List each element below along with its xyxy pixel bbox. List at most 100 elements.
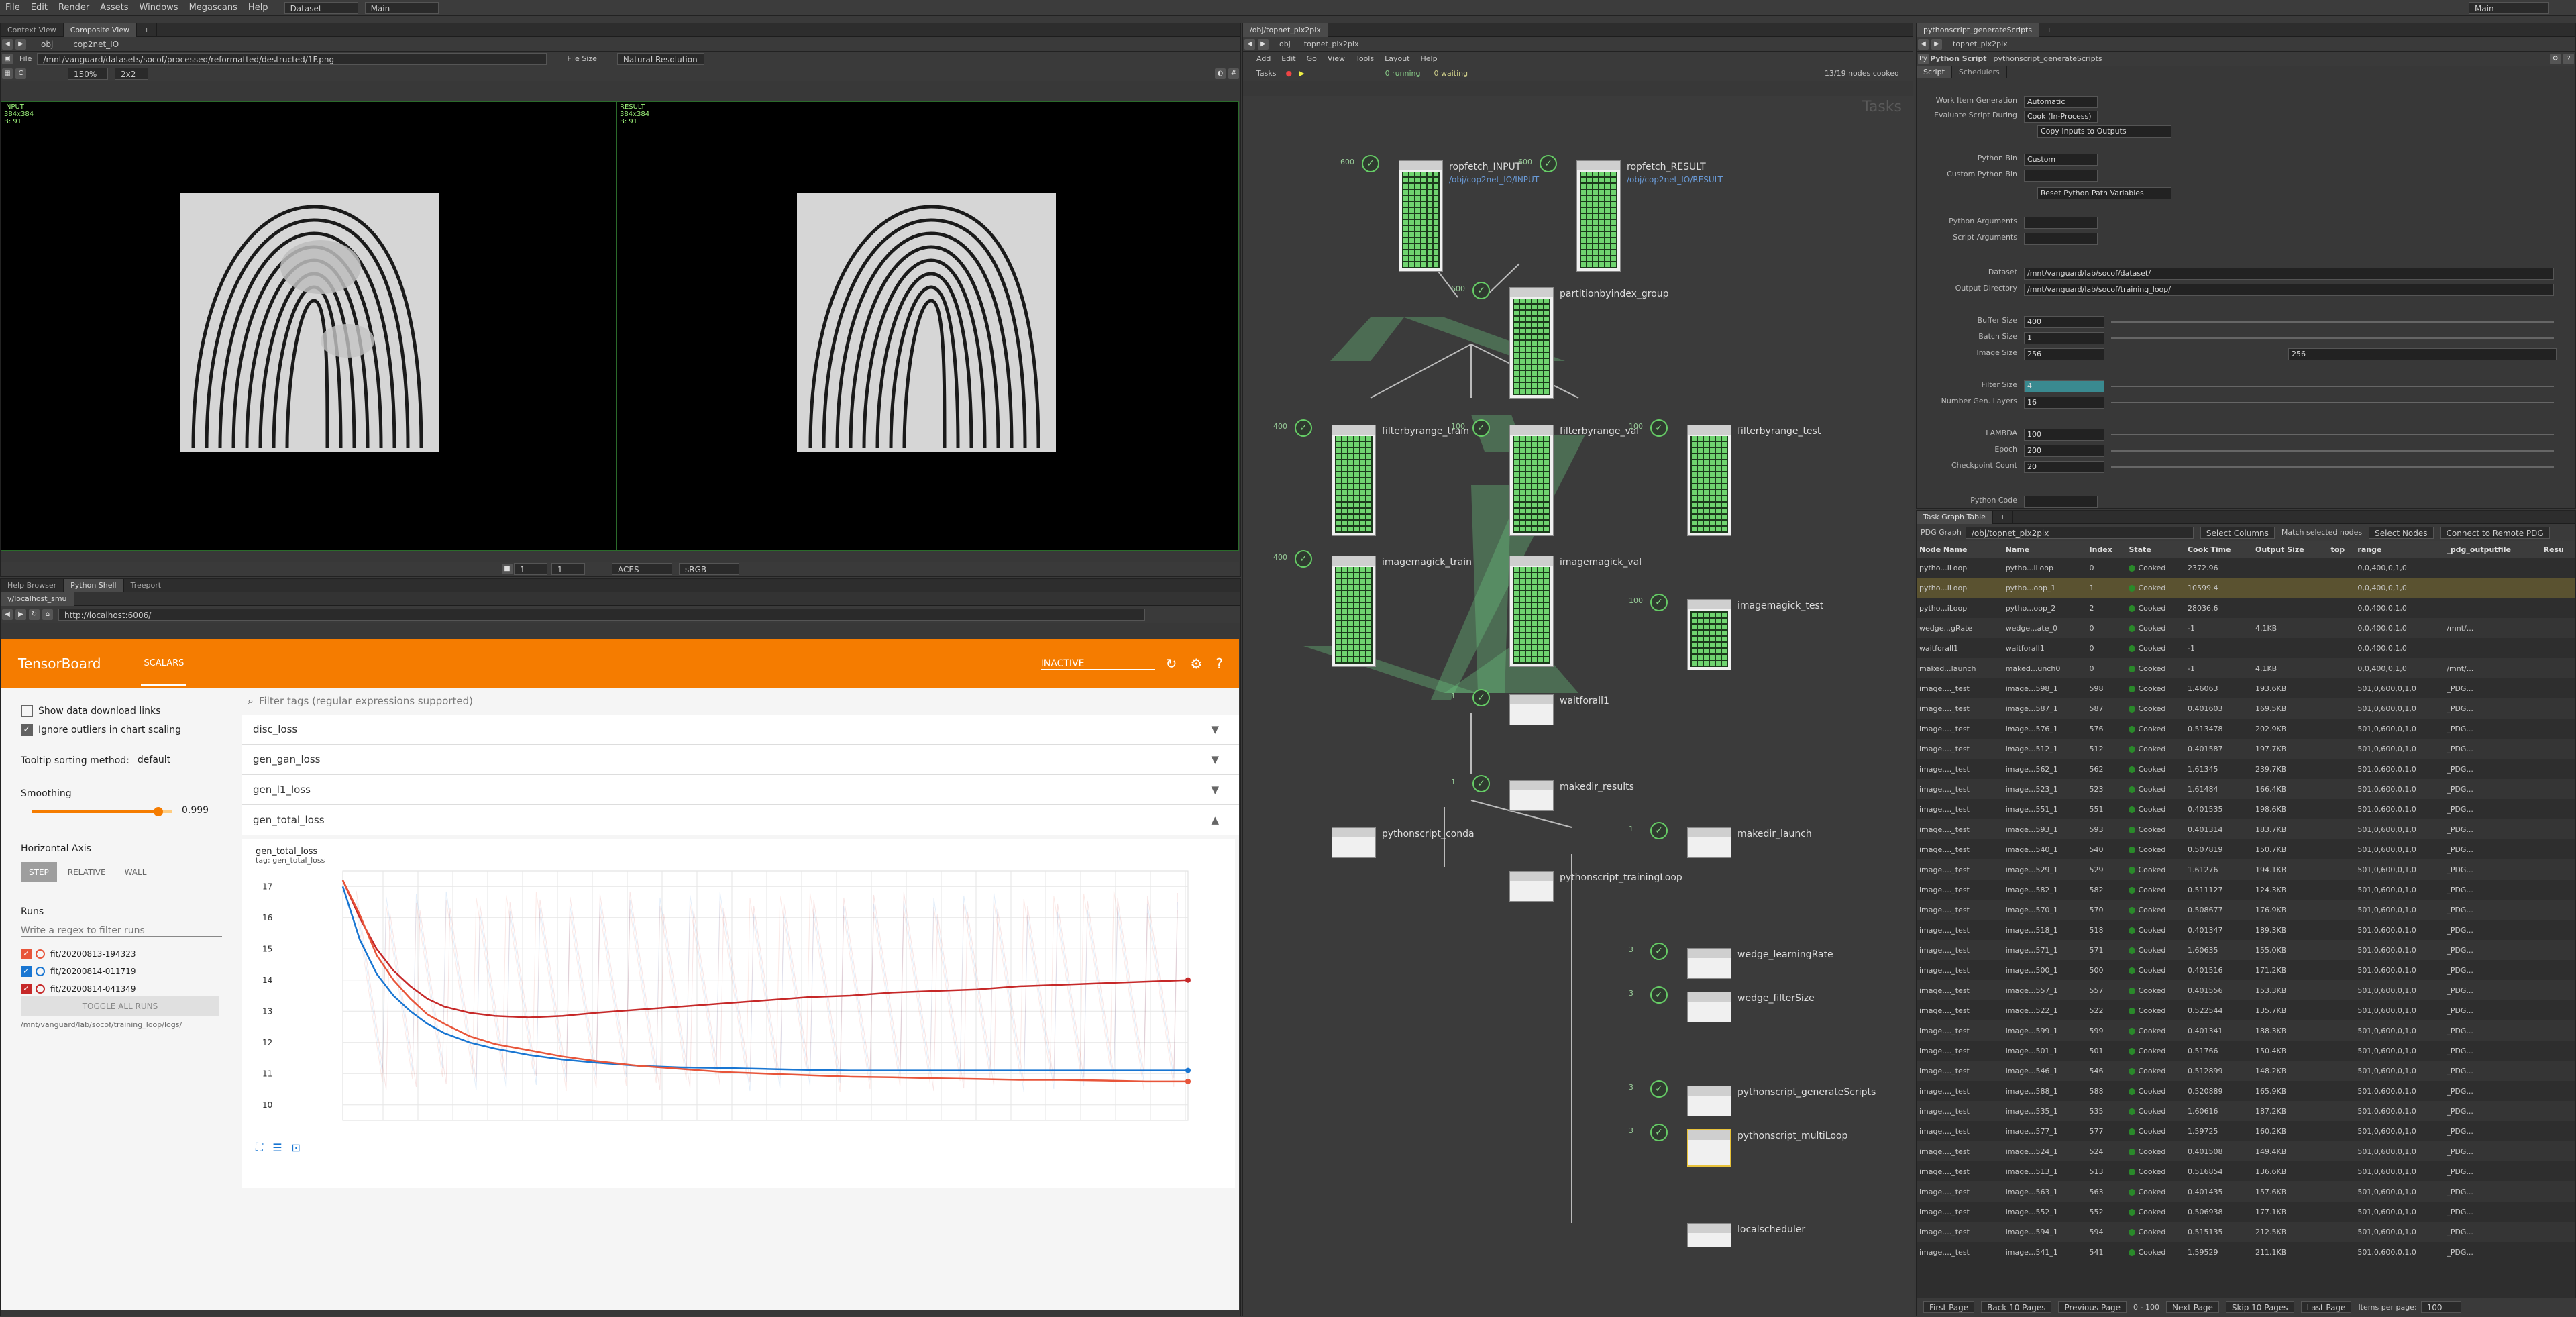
param-field[interactable]: 16 [2024, 397, 2104, 409]
back-icon[interactable]: ◀ [2, 38, 13, 50]
table-row[interactable]: image...._test image...541_1 541 Cooked 1.59… [1917, 1242, 2575, 1262]
home-icon[interactable]: ⌂ [42, 609, 53, 620]
column-header[interactable]: range [2355, 541, 2445, 558]
frame-field-2[interactable]: 1 [551, 562, 585, 575]
param-slider[interactable] [2111, 402, 2554, 403]
tag-card-gen-l1-loss[interactable]: gen_l1_loss ▼ [242, 775, 1239, 805]
menu-go[interactable]: Go [1307, 54, 1317, 63]
tab-params[interactable]: pythonscript_generateScripts [1917, 23, 2040, 37]
right-desktop-dropdown[interactable]: Main [2469, 1, 2549, 14]
ignore-outliers-checkbox[interactable]: ✓ [21, 724, 33, 736]
param-field[interactable]: Reset Python Path Variables [2037, 187, 2171, 199]
node-filterbyrange-val[interactable] [1509, 425, 1554, 536]
param-slider[interactable] [2111, 386, 2554, 387]
node-filterbyrange-test[interactable] [1687, 425, 1731, 536]
tab-context-view[interactable]: Context View [1, 23, 64, 37]
tab-localhost[interactable]: y/localhost_smu [1, 592, 74, 606]
run-checkbox[interactable]: ✓ [21, 984, 32, 994]
run-color-circle[interactable] [36, 967, 45, 976]
match-selected-checkbox[interactable]: Match selected nodes [2282, 528, 2362, 537]
tab-task-graph-table[interactable]: Task Graph Table [1917, 510, 1993, 524]
table-row[interactable]: waitforall1 waitforall1 0 Cooked -1 0,0,400,0… [1917, 638, 2575, 658]
param-field[interactable] [2024, 170, 2098, 182]
run-checkbox[interactable]: ✓ [21, 966, 32, 977]
menu-help[interactable]: Help [243, 3, 274, 13]
forward-icon[interactable]: ▶ [1258, 38, 1269, 50]
node-name-field[interactable]: pythonscript_generateScripts [1994, 54, 2102, 63]
menu-help[interactable]: Help [1421, 54, 1438, 63]
colorspace-dropdown[interactable]: sRGB [679, 562, 739, 575]
param-slider[interactable] [2111, 450, 2554, 452]
menu-tools[interactable]: Tools [1356, 54, 1374, 63]
add-tab-button[interactable]: + [2039, 23, 2060, 37]
add-tab-button[interactable]: + [137, 23, 158, 37]
column-header[interactable]: Name [2002, 541, 2087, 558]
table-row[interactable]: image...._test image...552_1 552 Cooked 0.50… [1917, 1202, 2575, 1222]
toggle-all-runs-button[interactable]: TOGGLE ALL RUNS [21, 996, 219, 1016]
table-row[interactable]: image...._test image...518_1 518 Cooked 0.40… [1917, 920, 2575, 940]
add-tab-button[interactable]: + [1993, 510, 2014, 524]
node-pythonscript-conda[interactable] [1332, 827, 1376, 858]
table-row[interactable]: image...._test image...576_1 576 Cooked 0.51… [1917, 719, 2575, 739]
tb-tab-scalars[interactable]: SCALARS [141, 641, 187, 686]
menu-windows[interactable]: Windows [134, 3, 184, 13]
back-icon[interactable]: ◀ [2, 609, 13, 620]
param-slider[interactable] [2111, 321, 2554, 323]
path-node[interactable]: cop2net_IO [73, 40, 119, 49]
tag-card-disc-loss[interactable]: disc_loss ▼ [242, 715, 1239, 745]
chevron-down-icon[interactable]: ▼ [1211, 723, 1219, 735]
gear-icon[interactable]: ⚙ [2550, 53, 2561, 64]
select-columns-button[interactable]: Select Columns [2200, 526, 2275, 539]
column-header[interactable]: State [2126, 541, 2185, 558]
node-filterbyrange-train[interactable] [1332, 425, 1376, 536]
scope-dropdown[interactable]: 2x2 [115, 67, 148, 80]
menu-megascans[interactable]: Megascans [184, 3, 243, 13]
refresh-icon[interactable]: ↻ [1166, 655, 1177, 672]
param-field[interactable]: 20 [2024, 461, 2104, 473]
color-swatch-icon[interactable]: ■ [502, 563, 513, 574]
tag-card-gen-gan-loss[interactable]: gen_gan_loss ▼ [242, 745, 1239, 775]
param-path[interactable]: topnet_pix2pix [1953, 40, 2008, 48]
run-color-circle[interactable] [36, 984, 45, 994]
menu-view[interactable]: View [1328, 54, 1345, 63]
gen-total-loss-chart[interactable]: 17 16 15 14 13 12 11 10 [249, 865, 1228, 1134]
table-row[interactable]: image...._test image...523_1 523 Cooked 1.61… [1917, 779, 2575, 799]
smoothing-input[interactable]: 0.999 [182, 805, 222, 816]
pdg-graph-dropdown[interactable]: /obj/topnet_pix2pix [1965, 526, 2194, 539]
node-makedir-launch[interactable] [1687, 827, 1731, 858]
table-row[interactable]: image...._test image...529_1 529 Cooked 1.61… [1917, 859, 2575, 880]
table-row[interactable]: image...._test image...501_1 501 Cooked 0.51… [1917, 1041, 2575, 1061]
table-row[interactable]: image...._test image...551_1 551 Cooked 0.40… [1917, 799, 2575, 819]
column-header[interactable]: Resu [2540, 541, 2575, 558]
menu-assets[interactable]: Assets [95, 3, 133, 13]
tab-topnet[interactable]: /obj/topnet_pix2pix [1243, 23, 1328, 37]
run-checkbox[interactable]: ✓ [21, 949, 32, 959]
chevron-down-icon[interactable]: ▼ [1211, 753, 1219, 766]
tag-filter-input[interactable]: Filter tags (regular expressions support… [259, 695, 473, 707]
param-slider[interactable] [2111, 337, 2554, 339]
table-row[interactable]: image...._test image...522_1 522 Cooked 0.52… [1917, 1000, 2575, 1020]
table-row[interactable]: pytho...iLoop pytho...iLoop 0 Cooked 2372.96… [1917, 558, 2575, 578]
node-ropfetch-INPUT[interactable] [1399, 160, 1443, 272]
channel-icon[interactable]: C [15, 68, 26, 79]
file-size-button[interactable]: File Size [567, 54, 596, 63]
cook-icon[interactable]: ▶ [1299, 69, 1304, 78]
path-topnet[interactable]: topnet_pix2pix [1304, 40, 1359, 48]
select-nodes-button[interactable]: Select Nodes [2369, 526, 2434, 539]
connect-remote-button[interactable]: Connect to Remote PDG [2440, 526, 2550, 539]
stop-icon[interactable]: ● [1285, 69, 1292, 78]
param-field[interactable]: 100 [2024, 429, 2104, 441]
param-field[interactable]: Custom [2024, 154, 2098, 166]
param-field[interactable]: 256 [2024, 348, 2104, 360]
param-field-2[interactable]: 256 [2288, 348, 2557, 360]
table-row[interactable]: image...._test image...562_1 562 Cooked 1.61… [1917, 759, 2575, 779]
settings-icon[interactable]: ⚙ [1190, 655, 1202, 672]
node-partitionbyindex-group[interactable] [1509, 287, 1554, 399]
table-row[interactable]: image...._test image...593_1 593 Cooked 0.40… [1917, 819, 2575, 839]
table-row[interactable]: image...._test image...588_1 588 Cooked 0.52… [1917, 1081, 2575, 1101]
column-header[interactable]: Output Size [2252, 541, 2328, 558]
first-page-button[interactable]: First Page [1923, 1301, 1975, 1313]
haxis-step[interactable]: STEP [21, 862, 57, 882]
menu-render[interactable]: Render [53, 3, 95, 13]
table-row[interactable]: image...._test image...513_1 513 Cooked 0.51… [1917, 1161, 2575, 1181]
